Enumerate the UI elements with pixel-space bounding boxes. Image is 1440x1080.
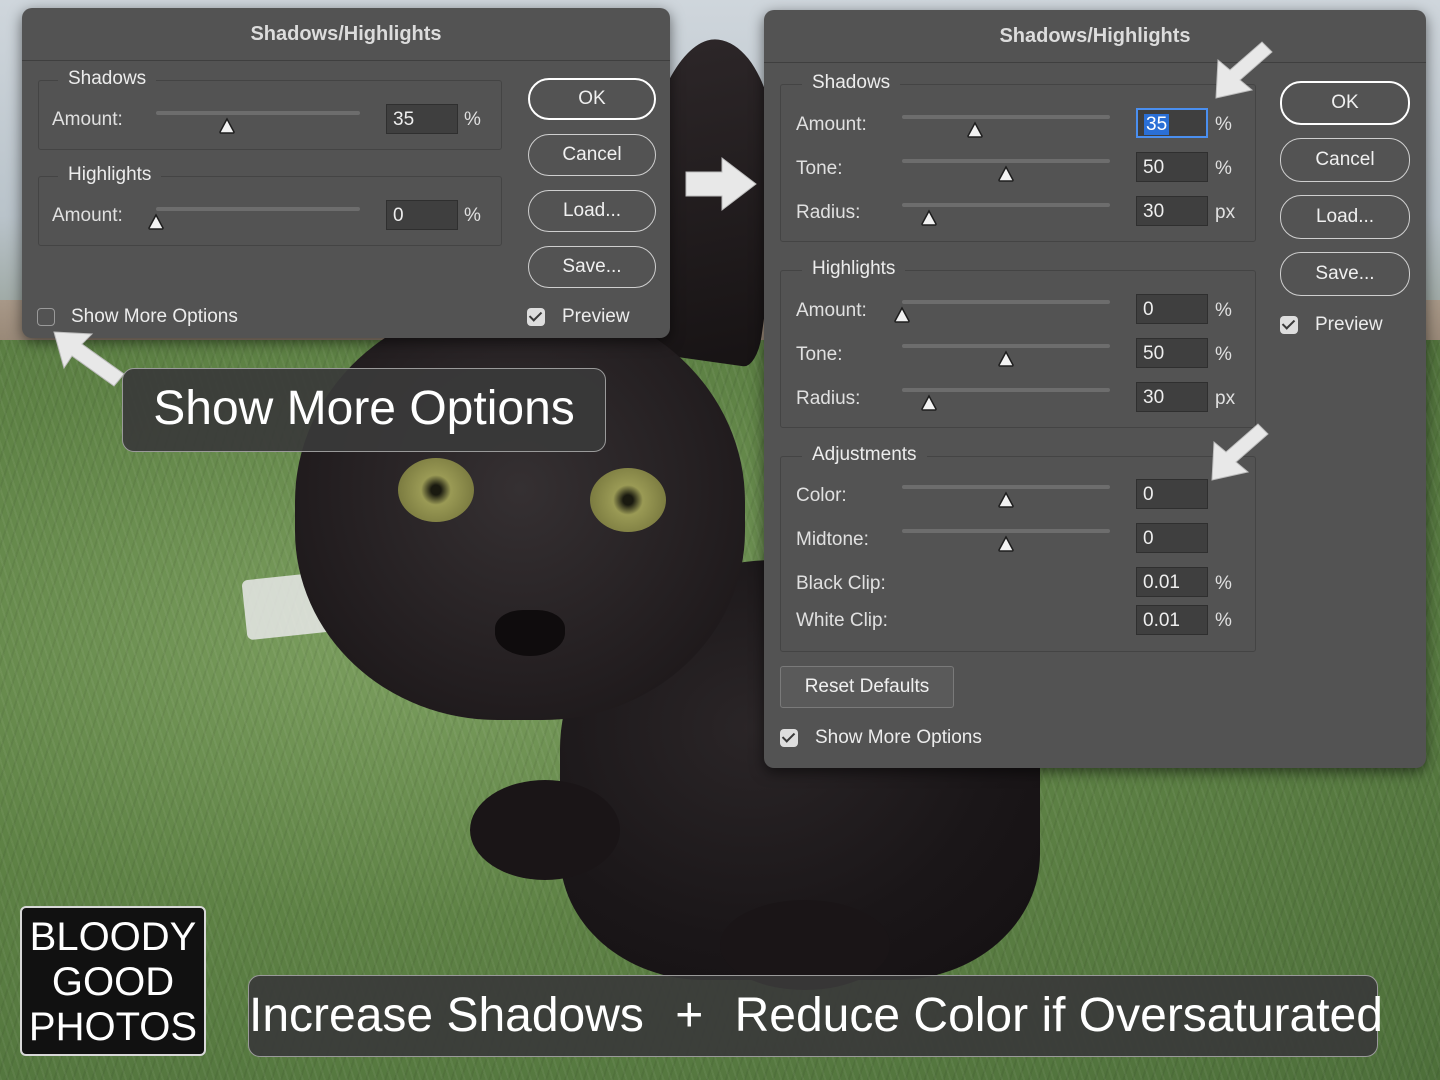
show-more-options-label[interactable]: Show More Options	[815, 727, 982, 749]
highlights-radius-label: Radius:	[796, 388, 861, 409]
highlights-tone-label: Tone:	[796, 344, 843, 365]
cat-paw	[470, 780, 620, 880]
black-clip-unit: %	[1215, 573, 1232, 594]
pointer-arrow-icon	[1215, 41, 1273, 99]
highlights-amount-field[interactable]: 0	[386, 200, 458, 230]
white-clip-field[interactable]: 0.01	[1136, 605, 1208, 635]
color-slider[interactable]	[902, 485, 1110, 489]
white-clip-label: White Clip:	[796, 610, 888, 631]
shadows-amount-unit: %	[1215, 114, 1232, 135]
highlights-legend: Highlights	[802, 258, 906, 280]
preview-label[interactable]: Preview	[562, 306, 630, 328]
cat-head	[295, 300, 745, 720]
ok-button[interactable]: OK	[1280, 81, 1410, 125]
highlights-amount-field[interactable]: 0	[1136, 294, 1208, 324]
caption-right: Reduce Color if Oversaturated	[734, 989, 1383, 1042]
pointer-arrow-icon	[1211, 423, 1269, 481]
load-button[interactable]: Load...	[1280, 195, 1410, 239]
shadows-amount-label: Amount:	[796, 114, 867, 135]
dialog-title: Shadows/Highlights	[764, 10, 1426, 63]
color-label: Color:	[796, 485, 847, 506]
highlights-radius-unit: px	[1215, 388, 1236, 409]
caption-plus: +	[675, 989, 704, 1042]
brand-logo: BLOODY GOOD PHOTOS	[20, 906, 206, 1056]
preview-label[interactable]: Preview	[1315, 314, 1383, 336]
highlights-radius-field[interactable]: 30	[1136, 382, 1208, 412]
shadows-radius-field[interactable]: 30	[1136, 196, 1208, 226]
right-arrow-icon	[685, 156, 757, 212]
highlights-amount-label: Amount:	[52, 205, 123, 226]
shadows-tone-label: Tone:	[796, 158, 843, 179]
highlights-amount-label: Amount:	[796, 300, 867, 321]
midtone-label: Midtone:	[796, 529, 869, 550]
highlights-tone-field[interactable]: 50	[1136, 338, 1208, 368]
reset-defaults-button[interactable]: Reset Defaults	[780, 666, 954, 708]
highlights-tone-unit: %	[1215, 344, 1232, 365]
black-clip-label: Black Clip:	[796, 573, 886, 594]
cat-nose	[495, 610, 565, 656]
shadows-amount-unit: %	[464, 109, 481, 130]
shadows-amount-field[interactable]: 35	[386, 104, 458, 134]
cancel-button[interactable]: Cancel	[1280, 138, 1410, 182]
shadows-highlights-dialog-advanced: Shadows/Highlights Shadows Amount: 35 % …	[764, 10, 1426, 768]
highlights-legend: Highlights	[58, 164, 162, 186]
ok-button[interactable]: OK	[528, 78, 656, 120]
logo-line: BLOODY	[29, 915, 197, 959]
highlights-amount-slider[interactable]	[902, 300, 1110, 304]
preview-checkbox[interactable]	[527, 308, 545, 326]
cancel-button[interactable]: Cancel	[528, 134, 656, 176]
show-more-options-label[interactable]: Show More Options	[71, 306, 238, 328]
shadows-tone-field[interactable]: 50	[1136, 152, 1208, 182]
shadows-tone-slider[interactable]	[902, 159, 1110, 163]
caption-banner: Increase Shadows + Reduce Color if Overs…	[248, 975, 1383, 1057]
shadows-radius-slider[interactable]	[902, 203, 1110, 207]
show-more-options-checkbox[interactable]	[37, 308, 55, 326]
load-button[interactable]: Load...	[528, 190, 656, 232]
show-more-options-checkbox[interactable]	[780, 729, 798, 747]
cat-eye	[590, 468, 666, 532]
midtone-slider[interactable]	[902, 529, 1110, 533]
shadows-radius-unit: px	[1215, 202, 1236, 223]
logo-line: PHOTOS	[28, 1005, 198, 1049]
show-more-options-banner: Show More Options	[122, 368, 606, 452]
preview-checkbox[interactable]	[1280, 316, 1298, 334]
shadows-legend: Shadows	[802, 72, 901, 94]
white-clip-unit: %	[1215, 610, 1232, 631]
shadows-amount-label: Amount:	[52, 109, 123, 130]
logo-line: GOOD	[51, 960, 175, 1004]
highlights-amount-unit: %	[1215, 300, 1232, 321]
dialog-title: Shadows/Highlights	[22, 8, 670, 61]
midtone-field[interactable]: 0	[1136, 523, 1208, 553]
shadows-amount-value: 35	[1144, 114, 1170, 135]
banner-text: Show More Options	[153, 382, 575, 435]
shadows-amount-field[interactable]: 35	[1136, 108, 1208, 138]
highlights-radius-slider[interactable]	[902, 388, 1110, 392]
highlights-tone-slider[interactable]	[902, 344, 1110, 348]
shadows-amount-slider[interactable]	[156, 111, 360, 115]
shadows-legend: Shadows	[58, 68, 157, 90]
save-button[interactable]: Save...	[528, 246, 656, 288]
highlights-amount-slider[interactable]	[156, 207, 360, 211]
black-clip-field[interactable]: 0.01	[1136, 567, 1208, 597]
pointer-arrow-icon	[53, 331, 125, 387]
cat-eye	[398, 458, 474, 522]
color-field[interactable]: 0	[1136, 479, 1208, 509]
shadows-amount-slider[interactable]	[902, 115, 1110, 119]
shadows-radius-label: Radius:	[796, 202, 861, 223]
caption-left: Increase Shadows	[249, 989, 644, 1042]
shadows-highlights-dialog-basic: Shadows/Highlights Shadows Amount: 35 % …	[22, 8, 670, 338]
highlights-amount-unit: %	[464, 205, 481, 226]
adjustments-legend: Adjustments	[802, 444, 927, 466]
shadows-tone-unit: %	[1215, 158, 1232, 179]
save-button[interactable]: Save...	[1280, 252, 1410, 296]
